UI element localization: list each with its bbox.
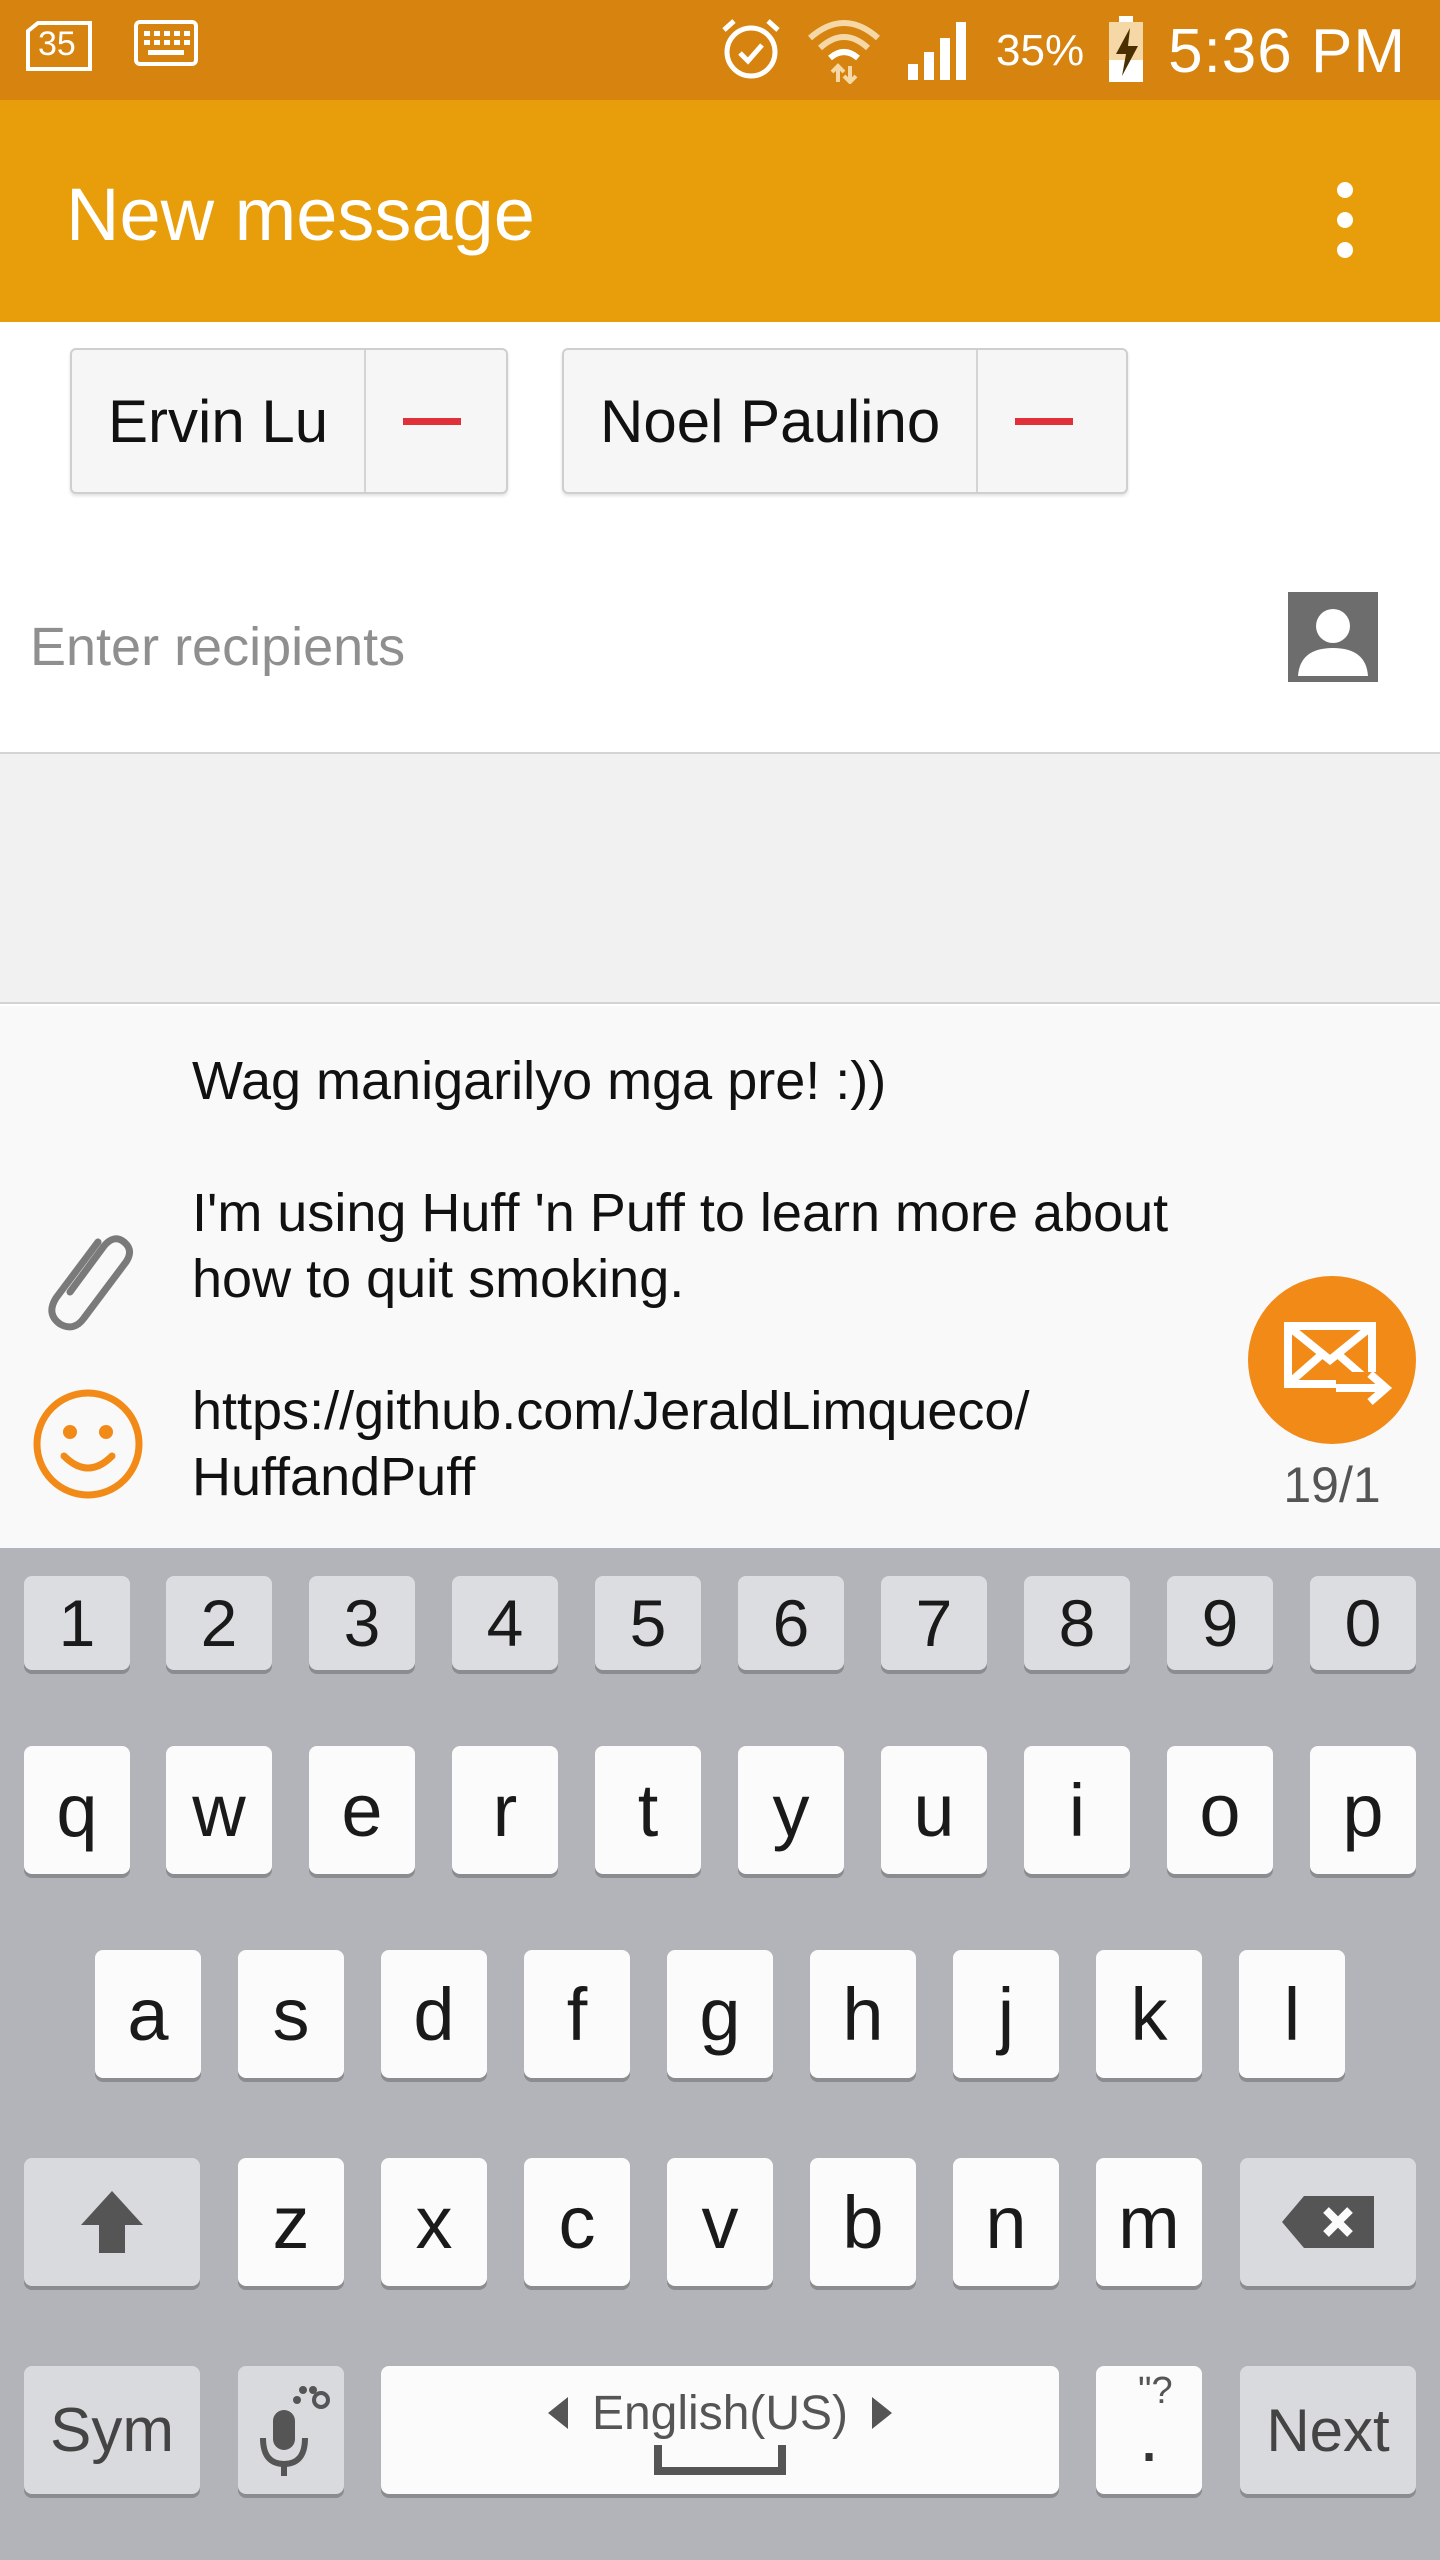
alarm-icon	[718, 16, 784, 87]
key-u[interactable]: u	[881, 1746, 987, 1874]
voice-input-key[interactable]	[238, 2366, 344, 2494]
period-key[interactable]: "? .	[1096, 2366, 1202, 2494]
key-i[interactable]: i	[1024, 1746, 1130, 1874]
message-counter: 19/1	[1283, 1457, 1381, 1513]
key-c[interactable]: c	[524, 2158, 630, 2286]
battery-charging-icon	[1106, 14, 1146, 89]
sym-key[interactable]: Sym	[24, 2366, 200, 2494]
key-q[interactable]: q	[24, 1746, 130, 1874]
backspace-key[interactable]	[1240, 2158, 1416, 2286]
key-e[interactable]: e	[309, 1746, 415, 1874]
key-o[interactable]: o	[1167, 1746, 1273, 1874]
send-mail-icon	[1284, 1322, 1393, 1406]
recipient-chip[interactable]: Ervin Lu	[70, 348, 508, 494]
clock: 5:36 PM	[1168, 16, 1406, 86]
message-link: https://github.com/JeraldLimqueco/ Huffa…	[192, 1381, 1030, 1507]
key-b[interactable]: b	[810, 2158, 916, 2286]
remove-recipient-button[interactable]	[364, 350, 498, 492]
signal-icon	[904, 16, 974, 87]
minus-icon	[1015, 417, 1074, 425]
key-d[interactable]: d	[381, 1950, 487, 2078]
key-t[interactable]: t	[595, 1746, 701, 1874]
key-3[interactable]: 3	[309, 1576, 415, 1670]
keyboard-icon	[134, 20, 198, 71]
key-9[interactable]: 9	[1167, 1576, 1273, 1670]
key-k[interactable]: k	[1096, 1950, 1202, 2078]
keyboard: 1 2 3 4 5 6 7 8 9 0 q w e r t y u i o p …	[0, 1548, 1440, 2560]
message-line: Wag manigarilyo mga pre! :))	[192, 1051, 887, 1111]
recipients-input[interactable]	[30, 602, 1230, 692]
key-s[interactable]: s	[238, 1950, 344, 2078]
more-vert-icon[interactable]	[1290, 170, 1400, 270]
key-g[interactable]: g	[667, 1950, 773, 2078]
key-0[interactable]: 0	[1310, 1576, 1416, 1670]
space-key[interactable]: English(US)	[381, 2366, 1059, 2494]
recipient-name: Noel Paulino	[600, 387, 941, 455]
sim-badge-count: 35	[38, 24, 76, 63]
sim-badge-icon: 35	[24, 20, 94, 71]
key-6[interactable]: 6	[738, 1576, 844, 1670]
key-n[interactable]: n	[953, 2158, 1059, 2286]
message-body[interactable]: Wag manigarilyo mga pre! :)) I'm using H…	[192, 1048, 1222, 1510]
paperclip-icon[interactable]	[40, 1226, 140, 1336]
key-r[interactable]: r	[452, 1746, 558, 1874]
key-m[interactable]: m	[1096, 2158, 1202, 2286]
chevron-left-icon	[547, 2397, 568, 2429]
key-l[interactable]: l	[1239, 1950, 1345, 2078]
key-7[interactable]: 7	[881, 1576, 987, 1670]
key-v[interactable]: v	[667, 2158, 773, 2286]
key-f[interactable]: f	[524, 1950, 630, 2078]
key-5[interactable]: 5	[595, 1576, 701, 1670]
message-line: I'm using Huff 'n Puff to learn more abo…	[192, 1183, 1169, 1309]
wifi-icon	[806, 14, 882, 89]
period-hint: "?	[1138, 2370, 1173, 2412]
conversation-area	[0, 754, 1440, 1004]
recipient-name: Ervin Lu	[108, 387, 329, 455]
chevron-right-icon	[872, 2397, 893, 2429]
language-label: English(US)	[591, 2386, 849, 2440]
space-bar-icon	[654, 2444, 786, 2475]
shift-icon	[81, 2191, 143, 2253]
next-key[interactable]: Next	[1240, 2366, 1416, 2494]
compose-area: Wag manigarilyo mga pre! :)) I'm using H…	[0, 1006, 1440, 1548]
key-p[interactable]: p	[1310, 1746, 1416, 1874]
recipient-chip[interactable]: Noel Paulino	[562, 348, 1128, 494]
app-bar: New message	[0, 100, 1440, 322]
key-1[interactable]: 1	[24, 1576, 130, 1670]
remove-recipient-button[interactable]	[976, 350, 1110, 492]
shift-key[interactable]	[24, 2158, 200, 2286]
page-title: New message	[66, 173, 535, 256]
backspace-icon	[1282, 2196, 1374, 2248]
microphone-icon	[260, 2386, 330, 2476]
contact-picker-icon[interactable]	[1288, 592, 1378, 682]
key-w[interactable]: w	[166, 1746, 272, 1874]
key-h[interactable]: h	[810, 1950, 916, 2078]
send-button[interactable]	[1248, 1276, 1416, 1444]
key-z[interactable]: z	[238, 2158, 344, 2286]
key-j[interactable]: j	[953, 1950, 1059, 2078]
key-8[interactable]: 8	[1024, 1576, 1130, 1670]
minus-icon	[403, 417, 462, 425]
status-bar: 35 35% 5:36 PM	[0, 0, 1440, 100]
recipients-panel: Ervin Lu Noel Paulino	[0, 322, 1440, 754]
key-x[interactable]: x	[381, 2158, 487, 2286]
key-4[interactable]: 4	[452, 1576, 558, 1670]
key-y[interactable]: y	[738, 1746, 844, 1874]
battery-percent: 35%	[996, 26, 1085, 75]
smiley-icon[interactable]	[30, 1386, 146, 1502]
key-2[interactable]: 2	[166, 1576, 272, 1670]
key-a[interactable]: a	[95, 1950, 201, 2078]
